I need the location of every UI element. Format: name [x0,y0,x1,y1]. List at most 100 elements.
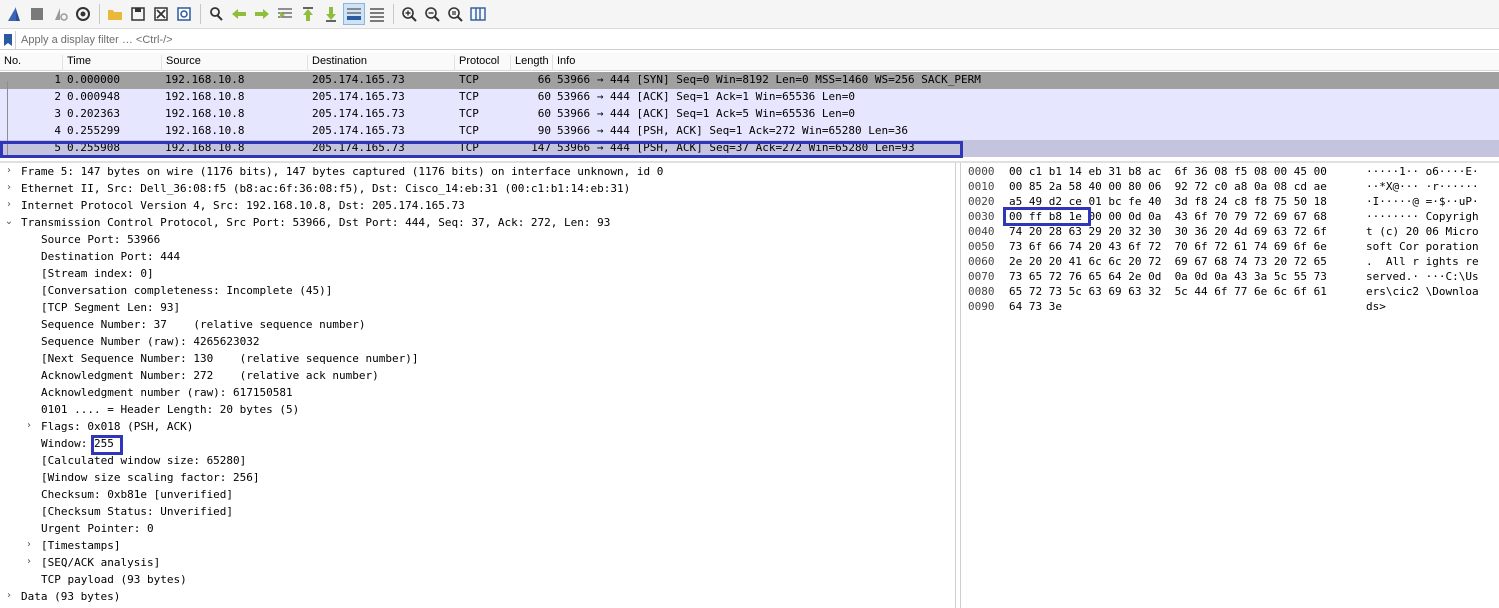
expand-arrow-icon[interactable]: › [24,420,34,431]
detail-row[interactable]: Source Port: 53966 [0,232,956,249]
packet-row[interactable]: 4 0.255299 192.168.10.8 205.174.165.73 T… [0,123,1499,140]
detail-row[interactable]: [Window size scaling factor: 256] [0,470,956,487]
column-header-time[interactable]: Time [63,55,162,71]
detail-row[interactable]: › Internet Protocol Version 4, Src: 192.1… [0,198,956,215]
detail-row[interactable]: Window: 255 [0,436,956,453]
detail-row[interactable]: [Conversation completeness: Incomplete (… [0,283,956,300]
detail-row[interactable]: › Frame 5: 147 bytes on wire (1176 bits),… [0,164,956,181]
go-back-icon[interactable] [228,3,250,25]
first-packet-icon[interactable] [297,3,319,25]
column-header-source[interactable]: Source [162,55,308,71]
expand-arrow-icon[interactable]: › [4,590,14,601]
column-header-protocol[interactable]: Protocol [455,55,511,71]
column-header-length[interactable]: Length [511,55,553,71]
detail-row[interactable]: [Checksum Status: Unverified] [0,504,956,521]
detail-row[interactable]: Acknowledgment number (raw): 617150581 [0,385,956,402]
packet-time: 0.202363 [67,107,120,120]
hex-ascii: ·····1·· o6····E· [1366,165,1479,178]
packet-source: 192.168.10.8 [165,90,245,103]
detail-text: Data (93 bytes) [21,590,121,603]
colorize-icon[interactable] [366,3,388,25]
close-file-icon[interactable] [150,3,172,25]
display-filter-bar [0,30,1499,50]
hex-row[interactable]: 0050 73 6f 66 74 20 43 6f 72 70 6f 72 61 … [960,240,1499,255]
resize-columns-icon[interactable] [467,3,489,25]
expand-arrow-icon[interactable]: › [4,182,14,193]
detail-row[interactable]: [Stream index: 0] [0,266,956,283]
expand-arrow-icon[interactable]: › [4,165,14,176]
hex-ascii: ds> [1366,300,1386,313]
display-filter-input[interactable] [16,30,1486,49]
detail-row[interactable]: › [Timestamps] [0,538,956,555]
detail-row[interactable]: 0101 .... = Header Length: 20 bytes (5) [0,402,956,419]
hex-row[interactable]: 0010 00 85 2a 58 40 00 80 06 92 72 c0 a8 … [960,180,1499,195]
hex-ascii: soft Cor poration [1366,240,1479,253]
detail-row[interactable]: [Next Sequence Number: 130 (relative seq… [0,351,956,368]
packet-row[interactable]: 2 0.000948 192.168.10.8 205.174.165.73 T… [0,89,1499,106]
zoom-out-icon[interactable] [421,3,443,25]
restart-icon[interactable] [49,3,71,25]
collapse-arrow-icon[interactable]: ⌄ [4,216,14,227]
zoom-in-icon[interactable] [398,3,420,25]
hex-ascii: t (c) 20 06 Micro [1366,225,1479,238]
detail-text: Checksum: 0xb81e [unverified] [41,488,234,501]
expand-arrow-icon[interactable]: › [24,556,34,567]
packet-destination: 205.174.165.73 [312,73,405,86]
packet-row[interactable]: 3 0.202363 192.168.10.8 205.174.165.73 T… [0,106,1499,123]
expand-arrow-icon[interactable]: › [24,539,34,550]
hex-row[interactable]: 0090 64 73 3e ds> [960,300,1499,315]
packet-time: 0.255299 [67,124,120,137]
packet-length: 60 [537,90,551,103]
hex-ascii: ers\cic2 \Downloa [1366,285,1479,298]
detail-row[interactable]: › Flags: 0x018 (PSH, ACK) [0,419,956,436]
detail-row[interactable]: Destination Port: 444 [0,249,956,266]
packet-no: 1 [54,73,61,86]
toolbar-separator [393,4,394,24]
expand-arrow-icon[interactable]: › [4,199,14,210]
detail-row[interactable]: [TCP Segment Len: 93] [0,300,956,317]
detail-row[interactable]: ⌄ Transmission Control Protocol, Src Port… [0,215,956,232]
stop-icon[interactable] [26,3,48,25]
reload-icon[interactable] [173,3,195,25]
hex-offset: 0040 [968,225,995,238]
open-folder-icon[interactable] [104,3,126,25]
detail-row[interactable]: Sequence Number (raw): 4265623032 [0,334,956,351]
detail-row[interactable]: Urgent Pointer: 0 [0,521,956,538]
packet-row[interactable]: 1 0.000000 192.168.10.8 205.174.165.73 T… [0,72,1499,89]
last-packet-icon[interactable] [320,3,342,25]
detail-text: [Calculated window size: 65280] [41,454,247,467]
go-forward-icon[interactable] [251,3,273,25]
window-value-annotation-box [91,435,123,455]
detail-row[interactable]: › [SEQ/ACK analysis] [0,555,956,572]
hex-row[interactable]: 0040 74 20 28 63 29 20 32 30 30 36 20 4d … [960,225,1499,240]
hex-row[interactable]: 0070 73 65 72 76 65 64 2e 0d 0a 0d 0a 43 … [960,270,1499,285]
detail-row[interactable]: Acknowledgment Number: 272 (relative ack… [0,368,956,385]
hex-row[interactable]: 0080 65 72 73 5c 63 69 63 32 5c 44 6f 77 … [960,285,1499,300]
column-header-no[interactable]: No. [0,55,63,71]
go-to-packet-icon[interactable] [274,3,296,25]
column-header-info[interactable]: Info [553,55,1499,71]
packet-list-header: No. Time Source Destination Protocol Len… [0,53,1499,71]
detail-row[interactable]: [Calculated window size: 65280] [0,453,956,470]
save-icon[interactable] [127,3,149,25]
filter-bookmark-icon[interactable] [0,30,16,49]
column-header-destination[interactable]: Destination [308,55,455,71]
detail-row[interactable]: Checksum: 0xb81e [unverified] [0,487,956,504]
detail-row[interactable]: › Data (93 bytes) [0,589,956,606]
detail-row[interactable]: TCP payload (93 bytes) [0,572,956,589]
detail-text: Destination Port: 444 [41,250,181,263]
autoscroll-icon[interactable] [343,3,365,25]
find-icon[interactable] [205,3,227,25]
detail-row[interactable]: Sequence Number: 37 (relative sequence n… [0,317,956,334]
shark-fin-start-icon[interactable] [3,3,25,25]
packet-length: 60 [537,107,551,120]
hex-row[interactable]: 0000 00 c1 b1 14 eb 31 b8 ac 6f 36 08 f5 … [960,165,1499,180]
detail-text: Transmission Control Protocol, Src Port:… [21,216,611,229]
zoom-normal-icon[interactable] [444,3,466,25]
detail-row[interactable]: › Ethernet II, Src: Dell_36:08:f5 (b8:ac:… [0,181,956,198]
options-gear-icon[interactable] [72,3,94,25]
hex-ascii: ········ Copyrigh [1366,210,1479,223]
hex-row[interactable]: 0060 2e 20 20 41 6c 6c 20 72 69 67 68 74 … [960,255,1499,270]
hex-ascii: ·I·····@ =·$··uP· [1366,195,1479,208]
detail-text: [Timestamps] [41,539,121,552]
